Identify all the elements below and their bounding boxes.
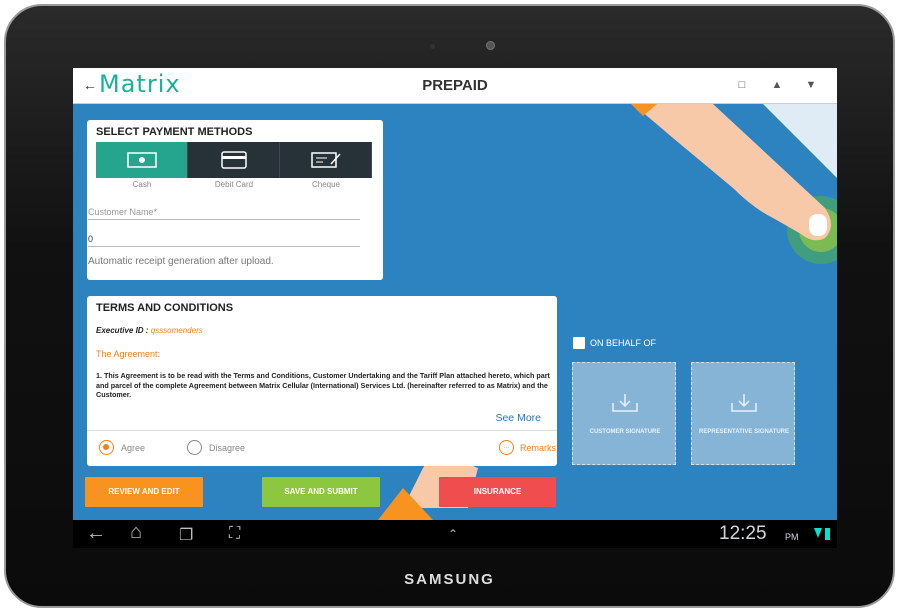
- review-and-edit-button[interactable]: REVIEW AND EDIT: [85, 477, 203, 507]
- debit-card-icon: [220, 151, 247, 169]
- cash-label: Cash: [132, 180, 152, 189]
- remarks-icon[interactable]: …: [499, 440, 514, 455]
- cheque-icon: [310, 152, 341, 168]
- app-header: ← Matrix PREPAID □ ▲ ▼: [73, 68, 837, 104]
- cash-icon: [126, 152, 157, 168]
- payment-method-cash[interactable]: [96, 142, 188, 178]
- status-ampm: PM: [785, 532, 799, 542]
- cheque-label: Cheque: [311, 180, 341, 189]
- app-screen: ← Matrix PREPAID □ ▲ ▼ SELECT PAYMENT ME…: [73, 68, 837, 548]
- terms-section-title: TERMS AND CONDITIONS: [96, 302, 234, 314]
- agreement-heading: The Agreement:: [96, 349, 161, 359]
- back-icon[interactable]: ←: [86, 522, 106, 545]
- customer-signature-box[interactable]: CUSTOMER SIGNATURE: [572, 362, 676, 465]
- see-more-link[interactable]: See More: [495, 412, 541, 424]
- receipt-note: Automatic receipt generation after uploa…: [88, 256, 274, 267]
- home-icon[interactable]: ⌂: [130, 521, 142, 544]
- device-brand: SAMSUNG: [404, 571, 495, 588]
- save-and-submit-button[interactable]: SAVE AND SUBMIT: [262, 477, 380, 507]
- agreement-text: 1. This Agreement is to be read with the…: [96, 371, 550, 399]
- representative-signature-label: REPRESENTATIVE SIGNATURE: [698, 429, 789, 435]
- executive-id-label: Executive ID :: [96, 326, 149, 335]
- customer-name-underline: [88, 219, 360, 220]
- agree-label: Agree: [121, 443, 146, 453]
- insurance-button[interactable]: INSURANCE: [439, 477, 556, 507]
- agree-radio[interactable]: [99, 440, 114, 455]
- recent-apps-icon[interactable]: ❐: [179, 525, 193, 545]
- payment-method-cheque[interactable]: [280, 142, 372, 178]
- disagree-label: Disagree: [209, 443, 246, 453]
- system-navigation-bar: ← ⌂ ❐ ⛶ ⌃ 12:25 PM: [73, 520, 837, 548]
- sensor: [430, 44, 435, 49]
- representative-signature-box[interactable]: REPRESENTATIVE SIGNATURE: [691, 362, 795, 465]
- on-behalf-checkbox[interactable]: [573, 337, 585, 349]
- disagree-radio[interactable]: [187, 440, 202, 455]
- download-arrow-icon: [612, 394, 638, 412]
- chevron-up-icon[interactable]: ⌃: [448, 527, 458, 541]
- executive-id-value: qsssomenders: [150, 326, 203, 335]
- customer-signature-label: CUSTOMER SIGNATURE: [589, 429, 661, 435]
- upload-icon[interactable]: ▲: [770, 78, 784, 92]
- page-title: PREPAID: [422, 77, 488, 94]
- wifi-icon: [814, 528, 822, 538]
- payment-method-debit-card[interactable]: [188, 142, 280, 178]
- download-icon[interactable]: ▼: [804, 78, 818, 92]
- terms-card: TERMS AND CONDITIONS Executive ID : qsss…: [87, 296, 557, 466]
- screenshot-icon[interactable]: ⛶: [229, 525, 240, 543]
- battery-icon: [825, 528, 830, 540]
- payment-method-labels: Cash Debit Card Cheque: [96, 180, 372, 189]
- front-camera: [486, 41, 495, 50]
- remarks-link[interactable]: Remarks: [520, 443, 556, 453]
- debit-card-label: Debit Card: [214, 180, 254, 189]
- document-icon[interactable]: □: [735, 78, 749, 92]
- amount-underline: [88, 246, 360, 247]
- status-clock: 12:25: [719, 523, 767, 544]
- payment-method-tabs: [96, 142, 372, 178]
- download-arrow-icon: [731, 394, 757, 412]
- on-behalf-label: ON BEHALF OF: [590, 338, 657, 348]
- amount-field[interactable]: 0: [88, 234, 93, 244]
- customer-name-field[interactable]: Customer Name*: [88, 207, 157, 217]
- executive-id: Executive ID : qsssomenders: [96, 326, 203, 335]
- terms-divider: [87, 430, 557, 431]
- payment-section-title: SELECT PAYMENT METHODS: [96, 126, 253, 138]
